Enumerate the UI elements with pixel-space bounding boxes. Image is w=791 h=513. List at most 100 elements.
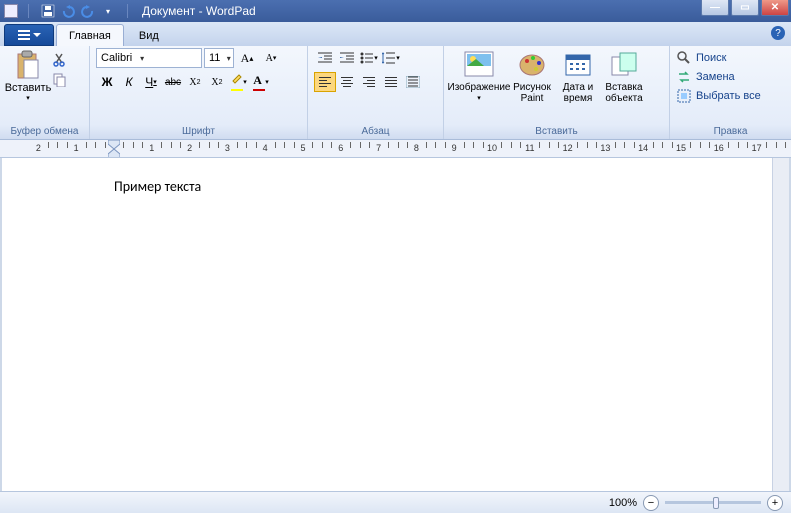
ruler-number: 6 — [338, 143, 343, 153]
paint-icon — [516, 48, 548, 80]
align-right-button[interactable] — [358, 72, 380, 92]
zoom-slider-thumb[interactable] — [713, 497, 719, 509]
select-all-button[interactable]: Выбрать все — [676, 88, 761, 104]
highlight-icon — [231, 73, 243, 91]
replace-button[interactable]: Замена — [676, 69, 761, 85]
group-clipboard: Вставить ▾ Буфер обмена — [0, 46, 90, 139]
grow-font-button[interactable]: A▴ — [236, 48, 258, 68]
font-size-value: 11 — [205, 52, 224, 64]
shrink-font-button[interactable]: A▾ — [260, 48, 282, 68]
align-left-button[interactable] — [314, 72, 336, 92]
ruler-number: 14 — [638, 143, 648, 153]
insert-datetime-button[interactable]: Дата и время — [556, 48, 600, 104]
zoom-slider[interactable] — [665, 501, 761, 504]
hanging-indent-marker[interactable] — [108, 149, 120, 158]
paste-icon — [13, 50, 43, 80]
ruler-number: 1 — [149, 143, 154, 153]
insert-paint-button[interactable]: Рисунок Paint — [508, 48, 556, 104]
cut-button[interactable] — [52, 52, 68, 68]
ruler-number: 2 — [36, 143, 41, 153]
font-color-icon: A — [253, 73, 265, 91]
group-paragraph: ▾ ▾ Абзац — [308, 46, 444, 139]
maximize-button[interactable]: ▭ — [731, 0, 759, 16]
tab-home-label: Главная — [69, 30, 111, 42]
document-area[interactable]: Пример текста — [2, 158, 789, 491]
ruler-number: 1 — [74, 143, 79, 153]
font-color-button[interactable]: A▾ — [250, 72, 272, 92]
group-font-label: Шрифт — [96, 126, 301, 138]
find-icon — [676, 50, 692, 66]
align-justify-button[interactable] — [380, 72, 402, 92]
insert-object-label: Вставка объекта — [600, 82, 648, 104]
strike-button[interactable]: abc — [162, 72, 184, 92]
image-icon — [463, 48, 495, 80]
paste-button[interactable]: Вставить ▾ — [6, 48, 50, 102]
line-spacing-button[interactable]: ▾ — [380, 48, 402, 68]
ruler-number: 4 — [263, 143, 268, 153]
insert-paint-label: Рисунок Paint — [508, 82, 556, 104]
paragraph-dialog-button[interactable] — [402, 72, 424, 92]
tab-home[interactable]: Главная — [56, 24, 124, 46]
window-title: Документ - WordPad — [142, 4, 256, 18]
italic-button[interactable]: К — [118, 72, 140, 92]
group-clipboard-label: Буфер обмена — [6, 126, 83, 138]
ruler-number: 5 — [300, 143, 305, 153]
help-button[interactable]: ? — [771, 26, 785, 40]
replace-icon — [676, 69, 692, 85]
status-bar: 100% − + — [0, 491, 791, 513]
ruler-number: 13 — [600, 143, 610, 153]
font-name-combo[interactable]: Calibri▾ — [96, 48, 202, 68]
insert-image-button[interactable]: Изображение▾ — [450, 48, 508, 104]
align-center-button[interactable] — [336, 72, 358, 92]
close-button[interactable]: ✕ — [761, 0, 789, 16]
undo-button[interactable] — [59, 2, 77, 20]
select-all-label: Выбрать все — [696, 90, 761, 102]
insert-datetime-label: Дата и время — [556, 82, 600, 104]
highlight-button[interactable]: ▾ — [228, 72, 250, 92]
tab-view[interactable]: Вид — [126, 24, 172, 46]
paste-label: Вставить — [5, 82, 52, 94]
subscript-button[interactable]: X2 — [184, 72, 206, 92]
ruler-number: 11 — [525, 143, 534, 153]
zoom-in-button[interactable]: + — [767, 495, 783, 511]
app-icon — [4, 4, 18, 18]
group-paragraph-label: Абзац — [314, 126, 437, 138]
copy-button[interactable] — [52, 72, 68, 88]
ruler[interactable]: 211234567891011121314151617 — [0, 140, 791, 158]
ruler-number: 17 — [752, 143, 762, 153]
indent-increase-button[interactable] — [336, 48, 358, 68]
insert-object-button[interactable]: Вставка объекта — [600, 48, 648, 104]
vertical-scrollbar[interactable] — [772, 158, 789, 491]
group-editing-label: Правка — [676, 126, 785, 138]
font-size-combo[interactable]: 11▾ — [204, 48, 234, 68]
file-menu-button[interactable] — [4, 24, 54, 46]
find-button[interactable]: Поиск — [676, 50, 761, 66]
minimize-button[interactable]: — — [701, 0, 729, 16]
datetime-icon — [562, 48, 594, 80]
redo-button[interactable] — [79, 2, 97, 20]
zoom-out-button[interactable]: − — [643, 495, 659, 511]
group-insert-label: Вставить — [450, 126, 663, 138]
find-label: Поиск — [696, 52, 726, 64]
group-editing: Поиск Замена Выбрать все Правка — [670, 46, 791, 139]
ruler-number: 3 — [225, 143, 230, 153]
select-all-icon — [676, 88, 692, 104]
document-text[interactable]: Пример текста — [2, 158, 789, 195]
ruler-number: 16 — [714, 143, 724, 153]
quick-access-toolbar: ▾ — [39, 2, 117, 20]
bold-button[interactable]: Ж — [96, 72, 118, 92]
superscript-button[interactable]: X2 — [206, 72, 228, 92]
underline-button[interactable]: Ч▾ — [140, 72, 162, 92]
ruler-number: 12 — [563, 143, 573, 153]
ruler-number: 15 — [676, 143, 686, 153]
indent-decrease-button[interactable] — [314, 48, 336, 68]
ruler-number: 7 — [376, 143, 381, 153]
font-name-value: Calibri — [97, 52, 136, 64]
group-insert: Изображение▾ Рисунок Paint Дата и время … — [444, 46, 670, 139]
object-icon — [608, 48, 640, 80]
ruler-number: 9 — [452, 143, 457, 153]
bullet-list-button[interactable]: ▾ — [358, 48, 380, 68]
qat-customize[interactable]: ▾ — [99, 2, 117, 20]
ruler-number: 8 — [414, 143, 419, 153]
save-button[interactable] — [39, 2, 57, 20]
